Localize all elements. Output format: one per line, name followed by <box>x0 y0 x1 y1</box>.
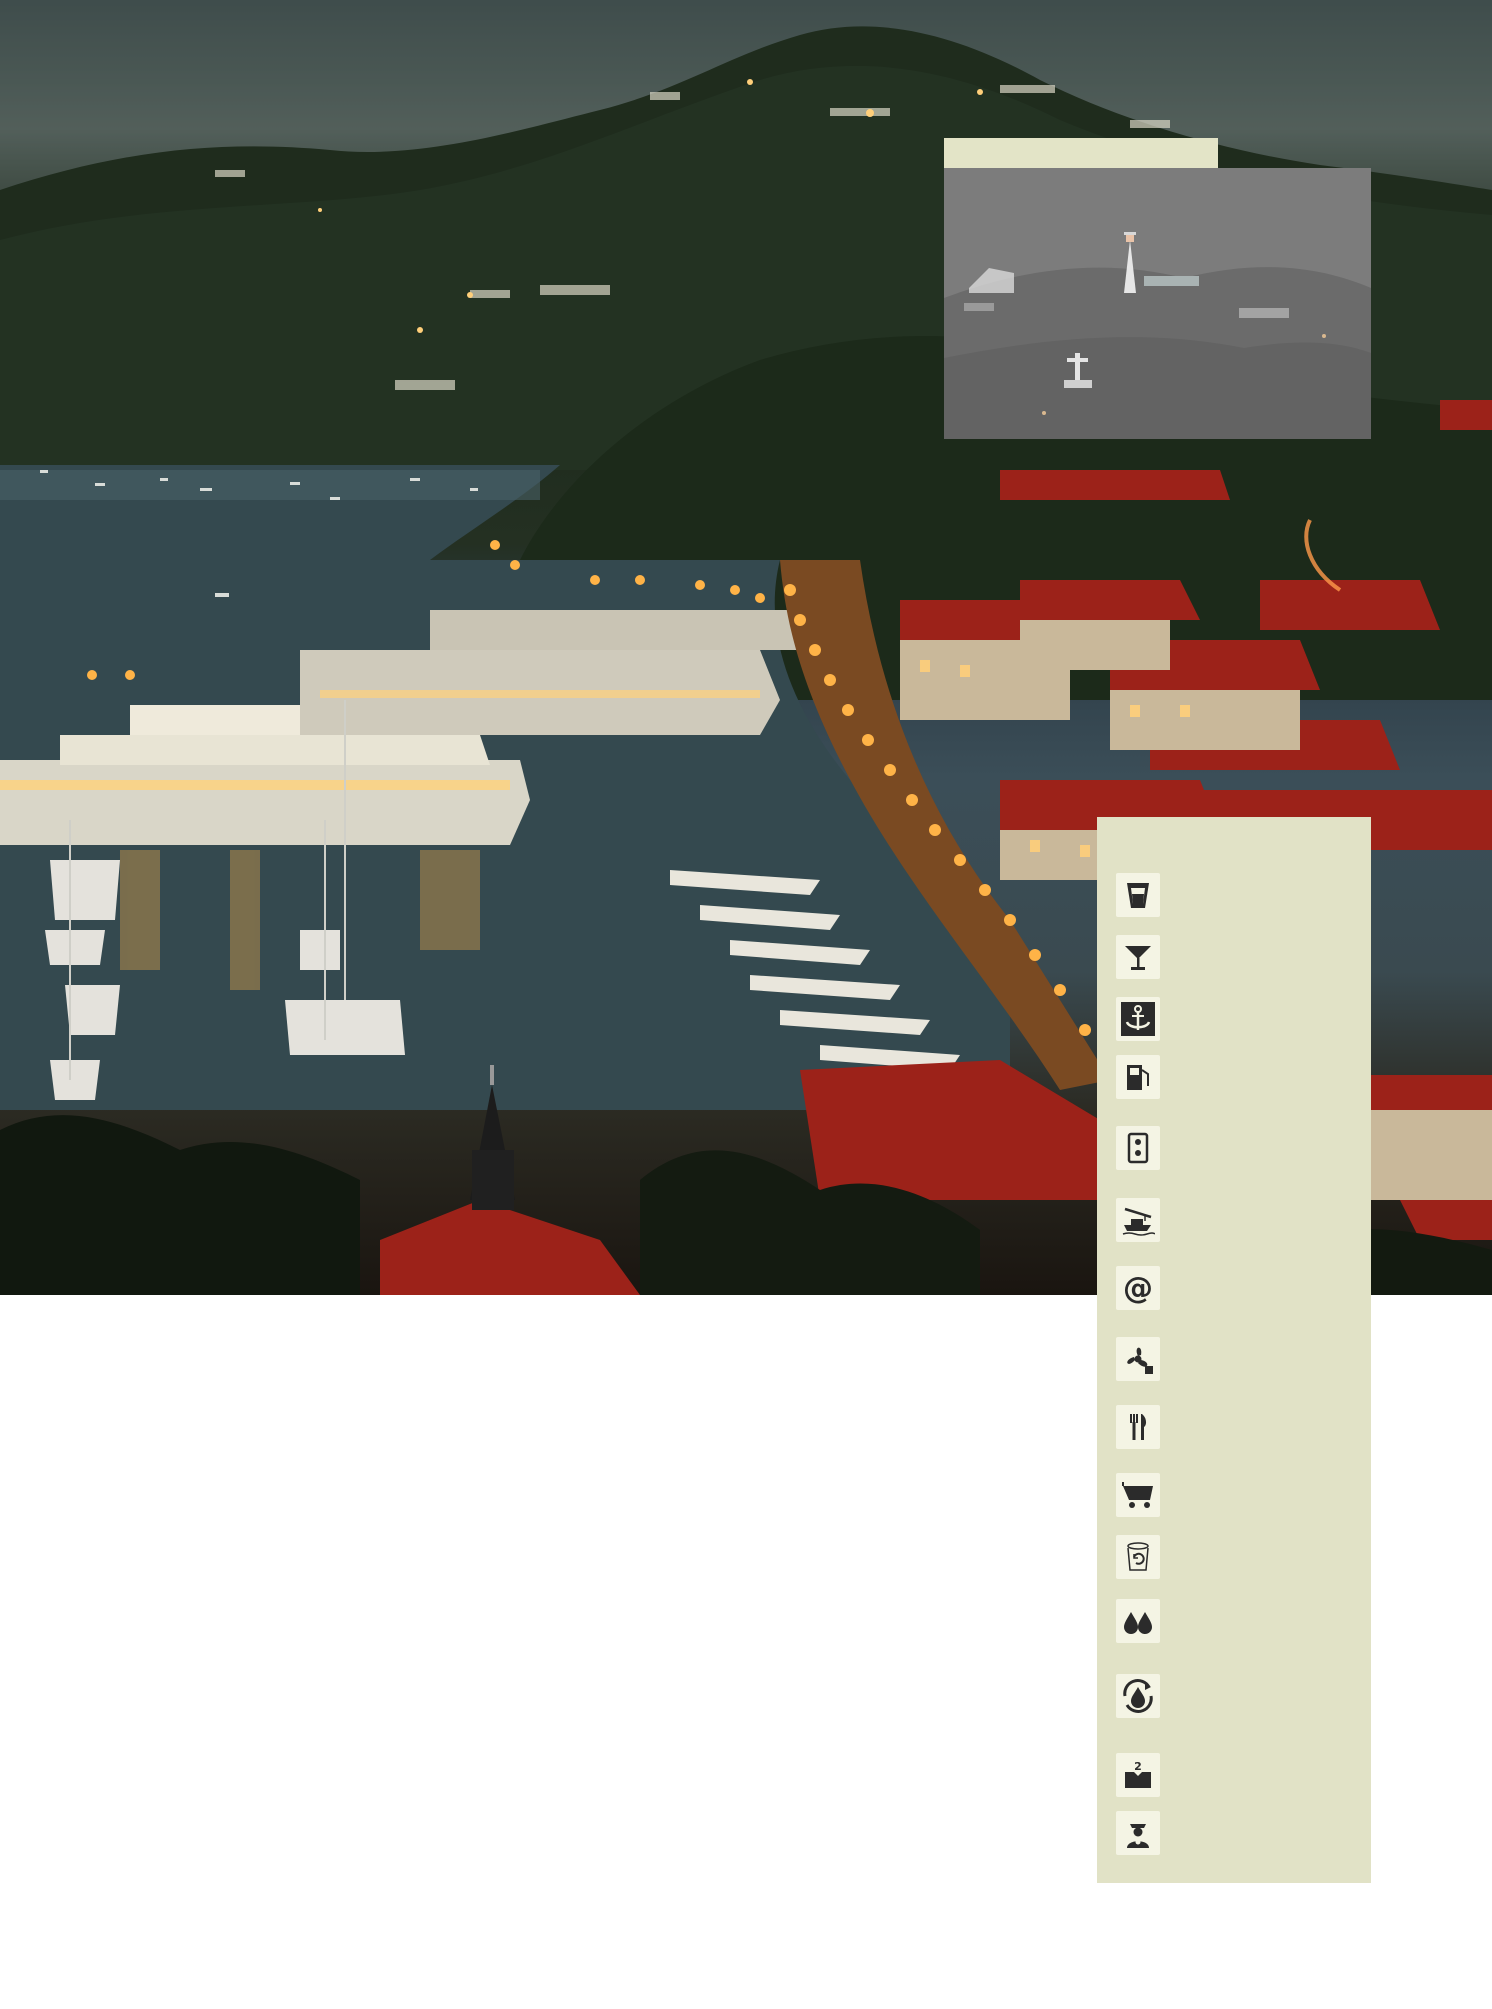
propeller-repair-icon <box>1116 1337 1160 1381</box>
restaurant-icon <box>1116 1405 1160 1449</box>
shopping-cart-icon <box>1116 1473 1160 1517</box>
cocktail-bar-icon <box>1116 935 1160 979</box>
water-drops-icon <box>1116 1599 1160 1643</box>
customs-officer-icon <box>1116 1811 1160 1855</box>
fuel-pump-icon <box>1116 1055 1160 1099</box>
anchor-icon <box>1116 997 1160 1041</box>
pump-out-icon <box>1116 1674 1160 1718</box>
lighthouse-inset-photo <box>944 168 1371 439</box>
inset-caption-tab <box>944 138 1218 168</box>
recycling-icon <box>1116 1535 1160 1579</box>
boat-lift-icon <box>1116 1198 1160 1242</box>
water-glass-icon <box>1116 873 1160 917</box>
svg-text:@: @ <box>1123 1271 1153 1305</box>
amenities-sidebar: @ 2 <box>1097 817 1371 1883</box>
svg-text:2: 2 <box>1134 1760 1142 1773</box>
power-outlet-icon <box>1116 1126 1160 1170</box>
laundry-icon: 2 <box>1116 1753 1160 1797</box>
internet-at-icon: @ <box>1116 1266 1160 1310</box>
